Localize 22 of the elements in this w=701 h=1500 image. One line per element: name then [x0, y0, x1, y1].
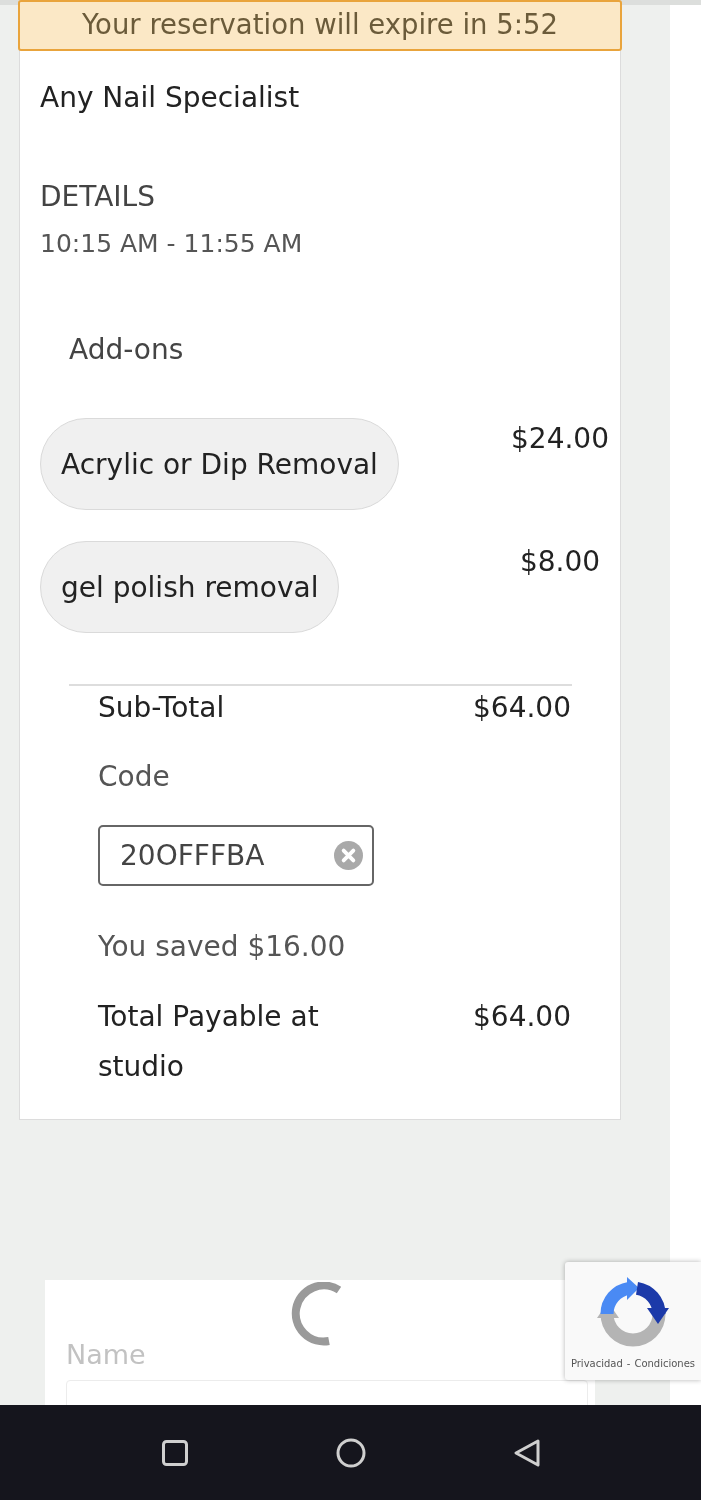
privacy-link[interactable]: Privacidad — [570, 1357, 623, 1371]
total-value: $64.00 — [472, 999, 571, 1035]
addon-price: $8.00 — [518, 545, 602, 579]
appointment-time: 10:15 AM - 11:55 AM — [40, 228, 304, 260]
promo-code-field[interactable]: 20OFFFBA — [98, 825, 374, 886]
expiry-banner: Your reservation will expire in 5:52 — [18, 0, 622, 51]
subtotal-label: Sub-Total — [98, 691, 226, 725]
circle-icon[interactable] — [336, 1437, 366, 1468]
details-heading: DETAILS — [40, 180, 156, 214]
terms-link[interactable]: Condiciones — [634, 1357, 696, 1371]
total-label: Total Payable at studio — [98, 999, 320, 1085]
link-separator: - — [626, 1357, 631, 1371]
subtotal-value: $64.00 — [472, 691, 571, 725]
addons-heading: Add-ons — [69, 333, 185, 367]
back-icon[interactable] — [513, 1437, 541, 1468]
specialist-name: Any Nail Specialist — [40, 81, 301, 115]
savings-text: You saved $16.00 — [98, 930, 347, 964]
square-icon[interactable] — [162, 1439, 188, 1466]
addon-price: $24.00 — [510, 422, 610, 456]
addon-chip[interactable]: Acrylic or Dip Removal — [40, 418, 399, 510]
code-label: Code — [98, 760, 171, 794]
addon-chip[interactable]: gel polish removal — [40, 541, 340, 633]
